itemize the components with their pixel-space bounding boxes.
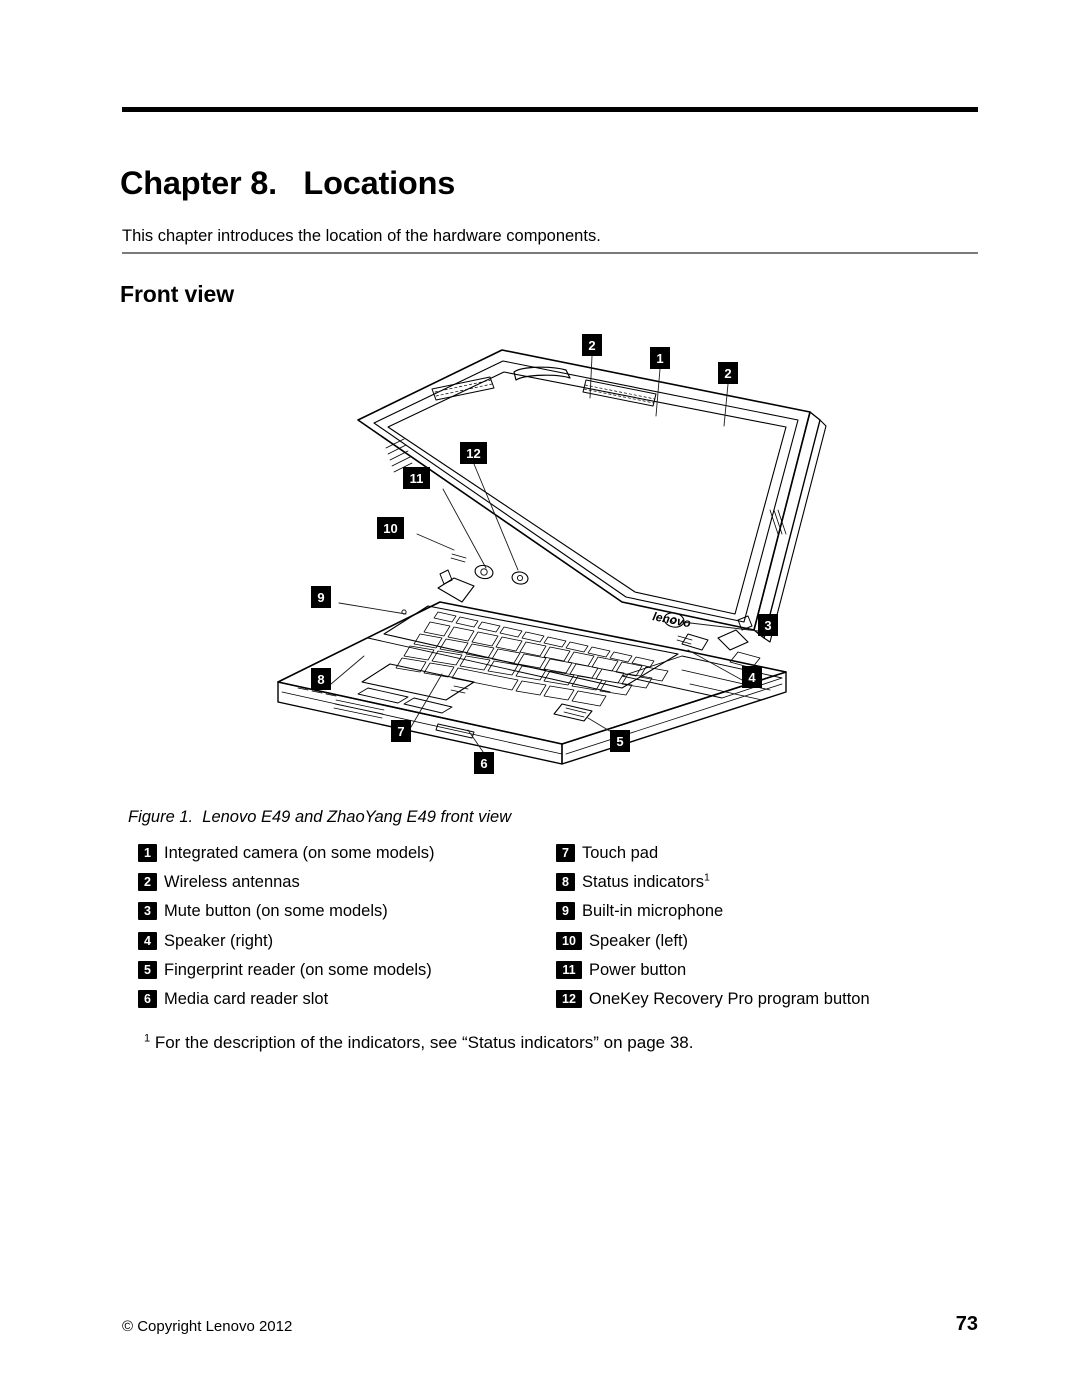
- svg-text:2: 2: [588, 338, 595, 353]
- legend-item-label: Touch pad: [582, 844, 659, 862]
- legend-number-badge: 9: [556, 902, 575, 921]
- legend-item-label: Power button: [589, 960, 687, 979]
- svg-text:7: 7: [397, 724, 404, 739]
- legend-column-left: 1 Integrated camera (on some models) 2 W…: [138, 844, 558, 1020]
- callout-6: 6: [474, 752, 494, 774]
- svg-text:12: 12: [466, 446, 480, 461]
- legend-item-label: Speaker (right): [164, 931, 274, 950]
- laptop-line-drawing: lenovo 2 1 2 12 11 10 9 3 8 4 7 5 6: [277, 334, 827, 774]
- legend-number-badge: 7: [556, 844, 575, 862]
- legend-item: 12 OneKey Recovery Pro program button: [556, 989, 976, 1020]
- callout-4: 4: [742, 666, 762, 688]
- legend-item: 2 Wireless antennas: [138, 873, 558, 903]
- callout-2-right: 2: [718, 362, 738, 384]
- legend-item-label: Media card reader slot: [164, 989, 329, 1008]
- page-title: Chapter 8. Locations: [120, 164, 456, 201]
- legend-item-label: Status indicators1: [582, 871, 710, 892]
- legend-item-label: Mute button (on some models): [164, 902, 388, 921]
- legend-item: 11 Power button: [556, 960, 976, 991]
- svg-text:11: 11: [410, 471, 424, 486]
- legend-item: 8 Status indicators1: [556, 871, 976, 903]
- callout-11: 11: [403, 467, 430, 489]
- svg-text:1: 1: [656, 351, 663, 366]
- callout-2-left: 2: [582, 334, 602, 356]
- legend-item: 9 Built-in microphone: [556, 902, 976, 932]
- svg-text:3: 3: [764, 618, 771, 633]
- document-page: Chapter 8. Locations This chapter introd…: [0, 0, 1080, 1397]
- legend-item-label: Integrated camera (on some models): [164, 844, 435, 862]
- footer-page-number: 73: [955, 1313, 978, 1335]
- legend-item-label: Speaker (left): [589, 931, 689, 950]
- svg-text:5: 5: [616, 734, 623, 749]
- callout-12: 12: [460, 442, 487, 464]
- legend-number-badge: 2: [138, 873, 157, 892]
- legend-item: 10 Speaker (left): [556, 931, 976, 962]
- callout-8: 8: [311, 668, 331, 690]
- legend-item: 4 Speaker (right): [138, 931, 558, 962]
- legend-item-label: Fingerprint reader (on some models): [164, 960, 432, 979]
- legend-number-badge: 6: [138, 989, 157, 1008]
- svg-text:4: 4: [748, 670, 756, 685]
- legend-item-label: OneKey Recovery Pro program button: [589, 989, 870, 1008]
- callout-5: 5: [610, 730, 630, 752]
- laptop-figure: lenovo 2 1 2 12 11 10 9 3 8 4 7 5 6: [122, 320, 978, 790]
- legend-number-badge: 12: [556, 989, 582, 1008]
- footnote: 1 For the description of the indicators,…: [144, 1033, 693, 1053]
- header-rule: [122, 107, 978, 112]
- section-heading: Front view: [120, 281, 235, 308]
- legend-item: 1 Integrated camera (on some models): [138, 844, 558, 874]
- callout-1: 1: [650, 347, 670, 369]
- legend-item: 5 Fingerprint reader (on some models): [138, 960, 558, 991]
- svg-text:6: 6: [480, 756, 487, 771]
- legend-item-label: Built-in microphone: [582, 902, 724, 921]
- legend-number-badge: 8: [556, 873, 575, 892]
- legend-number-badge: 3: [138, 902, 157, 921]
- footer-copyright: © Copyright Lenovo 2012: [122, 1318, 293, 1335]
- legend-number-badge: 4: [138, 931, 157, 950]
- footnote-text: For the description of the indicators, s…: [150, 1033, 694, 1052]
- callout-7: 7: [391, 720, 411, 742]
- svg-text:8: 8: [317, 672, 324, 687]
- figure-caption: Figure 1. Lenovo E49 and ZhaoYang E49 fr…: [128, 808, 512, 826]
- legend-item: 6 Media card reader slot: [138, 989, 558, 1020]
- section-rule: [122, 252, 978, 254]
- callout-3: 3: [758, 614, 778, 636]
- legend-number-badge: 11: [556, 960, 582, 979]
- callout-9: 9: [311, 586, 331, 608]
- svg-text:2: 2: [724, 366, 731, 381]
- svg-text:10: 10: [383, 521, 397, 536]
- callout-10: 10: [377, 517, 404, 539]
- legend-item-label: Wireless antennas: [164, 873, 300, 892]
- legend-item: 7 Touch pad: [556, 844, 976, 874]
- legend-number-badge: 5: [138, 960, 157, 979]
- legend-item: 3 Mute button (on some models): [138, 902, 558, 932]
- footnote-marker: 1: [703, 871, 710, 884]
- svg-text:9: 9: [317, 590, 324, 605]
- legend-number-badge: 1: [138, 844, 157, 862]
- intro-paragraph: This chapter introduces the location of …: [122, 226, 601, 245]
- legend-column-right: 7 Touch pad 8 Status indicators1 9 Built…: [556, 844, 976, 1020]
- legend-number-badge: 10: [556, 931, 582, 950]
